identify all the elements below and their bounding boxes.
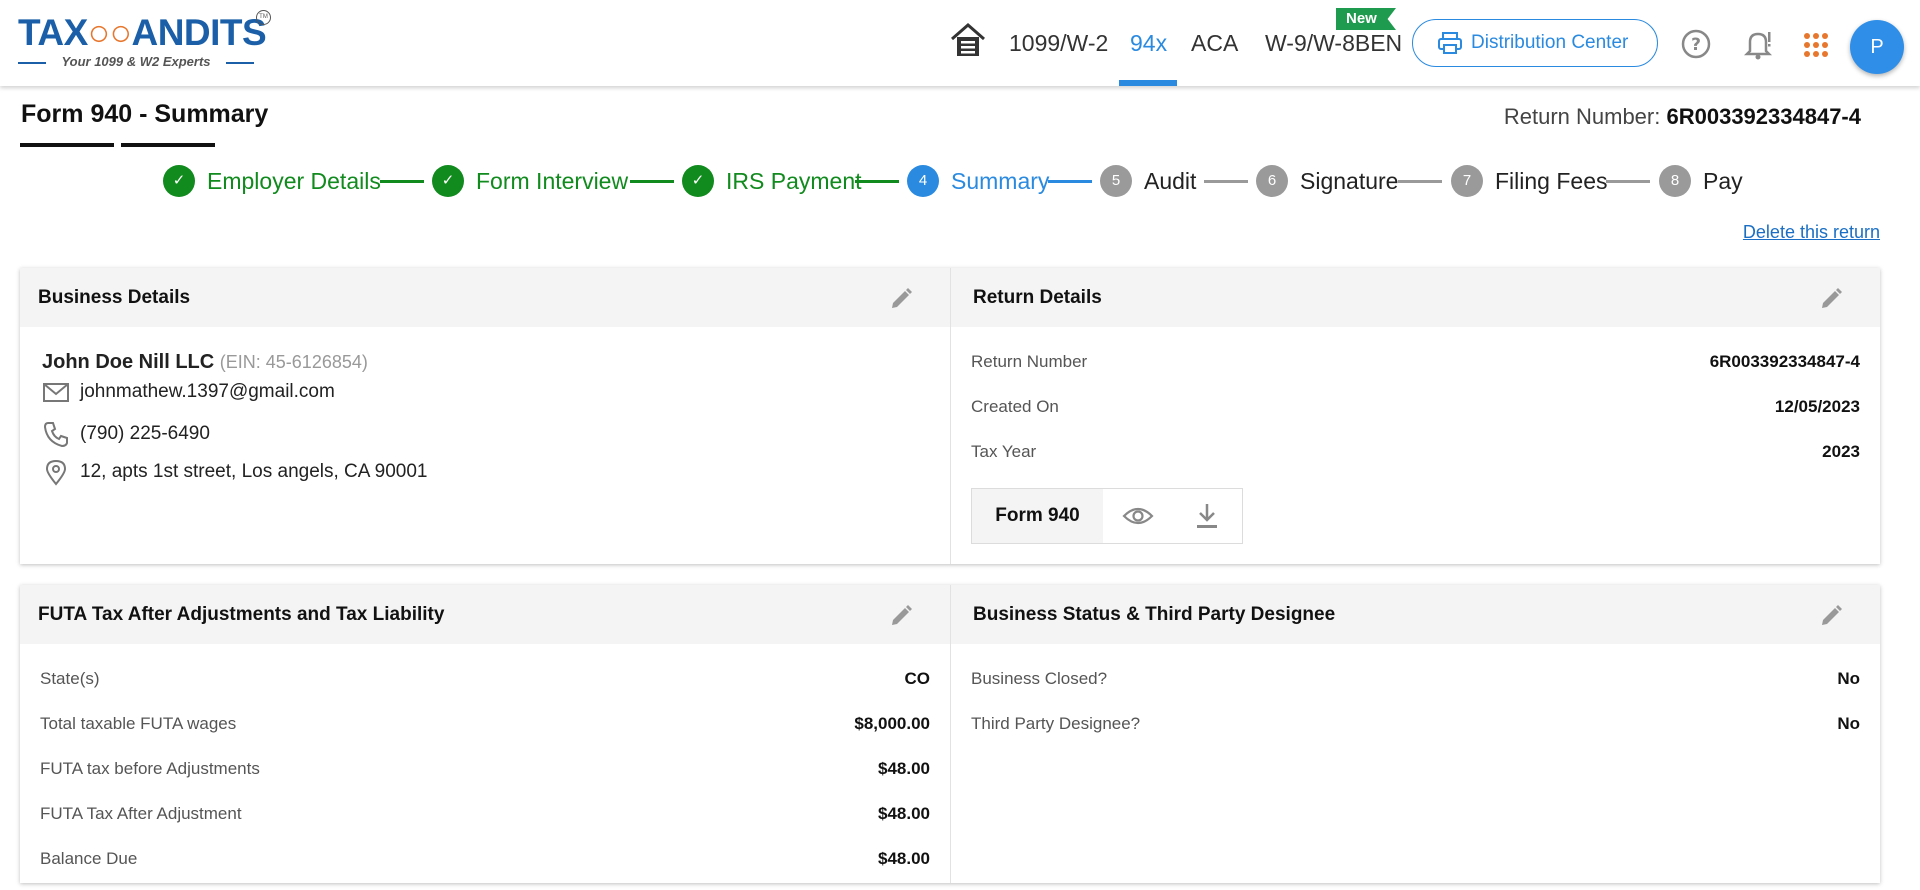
form-940-actions: Form 940: [971, 488, 1243, 544]
user-avatar[interactable]: P: [1850, 20, 1904, 74]
new-badge: New: [1336, 8, 1396, 30]
business-closed-value: No: [1837, 669, 1860, 688]
step-connector: [1204, 180, 1248, 183]
email-icon: [43, 383, 69, 402]
phone-row: (790) 225-6490: [42, 420, 210, 448]
futa-after-adjustment-label: FUTA Tax After Adjustment: [40, 804, 242, 823]
details-card: Business Details John Doe Nill LLC (EIN:…: [20, 268, 1880, 564]
eye-icon: [1122, 507, 1154, 525]
futa-panel: FUTA Tax After Adjustments and Tax Liabi…: [20, 585, 950, 883]
futa-header: FUTA Tax After Adjustments and Tax Liabi…: [20, 585, 950, 644]
step-filing-fees[interactable]: 7 Filing Fees: [1451, 165, 1607, 197]
step-summary[interactable]: 4 Summary: [907, 165, 1049, 197]
edit-icon[interactable]: [1818, 286, 1844, 312]
email-text: johnmathew.1397@gmail.com: [80, 381, 335, 402]
tax-year-value: 2023: [1822, 442, 1860, 461]
logo-tagline: Your 1099 & W2 Experts: [18, 54, 254, 69]
phone-icon: [43, 422, 68, 448]
created-on-label: Created On: [971, 397, 1059, 416]
home-icon[interactable]: [948, 22, 988, 58]
edit-icon[interactable]: [888, 286, 914, 312]
edit-icon[interactable]: [1818, 603, 1844, 629]
states-value: CO: [904, 669, 931, 688]
email-row: johnmathew.1397@gmail.com: [42, 378, 335, 406]
distribution-center-button[interactable]: Distribution Center: [1412, 19, 1658, 67]
return-details-header: Return Details: [951, 268, 1880, 327]
futa-before-adjustments-value: $48.00: [878, 759, 930, 778]
step-connector: [1398, 180, 1442, 183]
taxable-futa-wages-value: $8,000.00: [854, 714, 930, 733]
taxable-futa-wages-label: Total taxable FUTA wages: [40, 714, 237, 733]
check-icon: ✓: [432, 165, 464, 197]
distribution-center-label: Distribution Center: [1471, 32, 1629, 53]
business-details-panel: Business Details John Doe Nill LLC (EIN:…: [20, 268, 950, 564]
phone-text: (790) 225-6490: [80, 423, 210, 444]
business-details-header: Business Details: [20, 268, 950, 327]
step-pay[interactable]: 8 Pay: [1659, 165, 1743, 197]
step-employer-details[interactable]: ✓ Employer Details: [163, 165, 381, 197]
apps-grid-icon[interactable]: [1800, 28, 1832, 60]
nav-aca[interactable]: ACA: [1191, 30, 1238, 57]
view-form-button[interactable]: [1103, 489, 1172, 543]
step-connector: [855, 180, 899, 183]
nav-active-indicator: [1119, 80, 1177, 86]
delete-return-link[interactable]: Delete this return: [1743, 222, 1880, 243]
help-icon[interactable]: ?: [1680, 28, 1712, 60]
nav-w9-w8ben[interactable]: W-9/W-8BEN: [1265, 30, 1402, 57]
printer-icon: [1438, 32, 1462, 54]
balance-due-value: $48.00: [878, 849, 930, 868]
step-connector: [380, 180, 424, 183]
futa-after-adjustment-value: $48.00: [878, 804, 930, 823]
download-icon: [1197, 504, 1218, 528]
location-pin-icon: [45, 459, 67, 486]
download-form-button[interactable]: [1173, 489, 1242, 543]
check-icon: ✓: [682, 165, 714, 197]
logo-wordmark: TAX○○ANDITS: [18, 12, 267, 53]
business-status-panel: Business Status & Third Party Designee B…: [950, 585, 1880, 883]
return-details-panel: Return Details Return Number 6R003392334…: [950, 268, 1880, 564]
tax-status-card: FUTA Tax After Adjustments and Tax Liabi…: [20, 585, 1880, 883]
step-connector: [1606, 180, 1650, 183]
return-number-value: 6R003392334847-4: [1709, 352, 1860, 371]
step-connector: [630, 180, 674, 183]
page-title: Form 940 - Summary: [21, 100, 269, 128]
top-navigation-bar: TAX○○ANDITS TM Your 1099 & W2 Experts 10…: [0, 0, 1920, 86]
trademark-mark: TM: [256, 10, 271, 25]
futa-before-adjustments-label: FUTA tax before Adjustments: [40, 759, 260, 778]
third-party-designee-value: No: [1837, 714, 1860, 733]
step-signature[interactable]: 6 Signature: [1256, 165, 1398, 197]
bell-icon[interactable]: [1742, 28, 1774, 60]
check-icon: ✓: [163, 165, 195, 197]
return-number-label: Return Number: [971, 352, 1088, 371]
address-row: 12, apts 1st street, Los angels, CA 9000…: [42, 458, 428, 486]
step-audit[interactable]: 5 Audit: [1100, 165, 1196, 197]
title-underline: [121, 143, 215, 147]
owl-eyes-icon: ○○: [87, 12, 132, 53]
business-name: John Doe Nill LLC (EIN: 45-6126854): [42, 351, 368, 373]
taxbandits-logo[interactable]: TAX○○ANDITS TM Your 1099 & W2 Experts: [18, 10, 278, 74]
svg-text:?: ?: [1691, 35, 1701, 55]
address-text: 12, apts 1st street, Los angels, CA 9000…: [80, 461, 428, 482]
nav-94x[interactable]: 94x: [1130, 30, 1167, 57]
nav-1099-w2[interactable]: 1099/W-2: [1009, 30, 1108, 57]
form-label: Form 940: [972, 489, 1104, 543]
return-number-header: Return Number: 6R003392334847-4: [1503, 104, 1861, 129]
third-party-designee-label: Third Party Designee?: [971, 714, 1141, 733]
step-irs-payment[interactable]: ✓ IRS Payment: [682, 165, 862, 197]
created-on-value: 12/05/2023: [1774, 397, 1860, 416]
business-status-header: Business Status & Third Party Designee: [951, 585, 1880, 644]
title-underline: [20, 143, 114, 147]
step-connector: [1048, 180, 1092, 183]
tax-year-label: Tax Year: [971, 442, 1037, 461]
states-label: State(s): [40, 669, 100, 688]
ein: (EIN: 45-6126854): [219, 352, 368, 372]
edit-icon[interactable]: [888, 603, 914, 629]
balance-due-label: Balance Due: [40, 849, 138, 868]
business-closed-label: Business Closed?: [971, 669, 1108, 688]
step-form-interview[interactable]: ✓ Form Interview: [432, 165, 628, 197]
